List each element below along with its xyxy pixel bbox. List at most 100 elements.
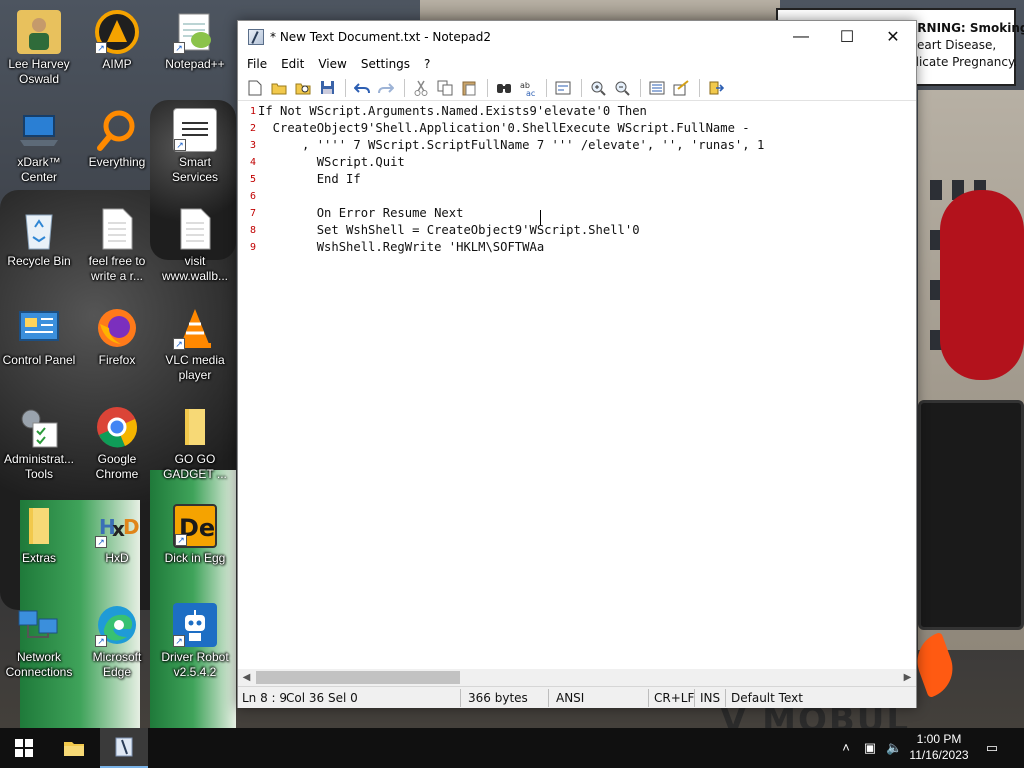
magnifier-icon [95,108,139,152]
line-text: WshShell.RegWrite 'HKLM\SOFTWAa [258,240,545,254]
close-button[interactable]: ✕ [870,21,916,53]
svg-text:D: D [123,515,139,539]
horizontal-scrollbar[interactable]: ◀ ▶ [238,669,916,686]
network-icon [17,603,61,647]
windows-logo-icon [15,739,33,757]
desktop-icon-lee-harvey-oswald[interactable]: Lee Harvey Oswald [0,10,78,87]
desktop-icon-aimp[interactable]: ↗ AIMP [78,10,156,72]
code-line: 6 [238,188,916,205]
code-line: 4 WScript.Quit [238,154,916,171]
start-button[interactable] [0,728,48,768]
menu-help[interactable]: ? [417,57,437,71]
desktop-icon-firefox[interactable]: Firefox [78,306,156,368]
hxd-icon: HxD ↗ [95,504,139,548]
scrollbar-thumb[interactable] [256,671,460,684]
desktop-icon-vlc[interactable]: ↗ VLC media player [156,306,234,383]
zoom-in-icon[interactable] [587,77,609,99]
status-style[interactable]: Default Text [727,687,803,709]
desktop-icon-driver-robot[interactable]: ↗ Driver Robot v2.5.4.2 [156,603,234,680]
code-line: 3 , '''' 7 WScript.ScriptFullName 7 ''' … [238,137,916,154]
status-line[interactable]: Ln 8 : 9 [238,687,287,709]
system-clock[interactable]: 1:00 PM 11/16/2023 [905,731,973,763]
exit-icon[interactable] [705,77,727,99]
scroll-left-icon[interactable]: ◀ [238,669,255,686]
text-file-icon [95,207,139,251]
desktop-icon-notepadpp[interactable]: ↗ Notepad++ [156,10,234,72]
desktop-icon-go-go-gadget[interactable]: GO GO GADGET ... [156,405,234,482]
desktop-icon-feel-free[interactable]: feel free to write a r... [78,207,156,284]
admin-tools-icon [17,405,61,449]
menu-view[interactable]: View [311,57,353,71]
title-bar[interactable]: * New Text Document.txt - Notepad2 — ☐ ✕ [238,21,916,53]
notepad2-window[interactable]: * New Text Document.txt - Notepad2 — ☐ ✕… [237,20,917,708]
zoom-out-icon[interactable] [611,77,633,99]
open-icon[interactable] [268,77,290,99]
minimize-button[interactable]: — [778,21,824,53]
line-number: 7 [249,208,256,219]
find-icon[interactable] [493,77,515,99]
desktop-icon-visit-wallb[interactable]: visit www.wallb... [156,207,234,284]
code-line: 7 On Error Resume Next [238,205,916,222]
status-selection: Sel 0 [328,691,358,705]
line-text: CreateObject9'Shell.Application'0.ShellE… [258,121,750,135]
vlc-icon: ↗ [173,306,217,350]
desktop-icon-admin-tools[interactable]: Administrat... Tools [0,405,78,482]
redo-icon[interactable] [375,77,397,99]
status-eol[interactable]: CR+LF [650,687,694,709]
status-mode[interactable]: INS [696,687,720,709]
save-icon[interactable] [316,77,338,99]
menu-settings[interactable]: Settings [354,57,417,71]
chrome-icon [95,405,139,449]
clock-date: 11/16/2023 [909,748,969,762]
line-number: 2 [249,123,256,134]
line-text: On Error Resume Next [258,206,464,220]
desktop-icon-control-panel[interactable]: Control Panel [0,306,78,368]
notepadpp-icon: ↗ [173,10,217,54]
de-icon: De ↗ [173,504,217,548]
code-line: 5 End If [238,171,916,188]
scheme-icon[interactable] [646,77,668,99]
wordwrap-icon[interactable] [552,77,574,99]
text-file-icon [173,207,217,251]
code-line: 8 Set WshShell = CreateObject9'WScript.S… [238,222,916,239]
desktop-icon-recycle-bin[interactable]: Recycle Bin [0,207,78,269]
desktop-icon-dick-in-egg[interactable]: De ↗ Dick in Egg [156,504,234,566]
copy-icon[interactable] [434,77,456,99]
network-status-icon[interactable]: ▣ [862,740,878,756]
cut-icon[interactable] [410,77,432,99]
desktop-icon-smart-services[interactable]: ↗ Smart Services [156,108,234,185]
desktop-icon-edge[interactable]: ↗ Microsoft Edge [78,603,156,680]
undo-icon[interactable] [351,77,373,99]
desktop-icon-extras[interactable]: Extras [0,504,78,566]
aimp-icon: ↗ [95,10,139,54]
notepad-icon [115,737,133,757]
show-hidden-icons-icon[interactable]: ˄ [838,740,854,756]
status-encoding[interactable]: ANSI [552,687,584,709]
menu-edit[interactable]: Edit [274,57,311,71]
line-number: 8 [249,225,256,236]
line-text: Set WshShell = CreateObject9'WScript.She… [258,223,640,237]
scroll-right-icon[interactable]: ▶ [899,669,916,686]
line-text: WScript.Quit [258,155,405,169]
line-number: 1 [249,106,256,117]
replace-icon[interactable]: ab ac [517,77,539,99]
browse-icon[interactable] [292,77,314,99]
desktop-icon-xdark-center[interactable]: xDark™ Center [0,108,78,185]
file-explorer-button[interactable] [50,728,98,768]
desktop-icon-chrome[interactable]: Google Chrome [78,405,156,482]
notepad2-taskbar-button[interactable] [100,728,148,768]
volume-muted-icon[interactable]: 🔈 [886,740,902,756]
paste-icon[interactable] [458,77,480,99]
desktop-icon-hxd[interactable]: HxD ↗ HxD [78,504,156,566]
code-line: 9 WshShell.RegWrite 'HKLM\SOFTWAa [238,239,916,256]
folder-icon [17,504,61,548]
menu-file[interactable]: File [240,57,274,71]
new-icon[interactable] [244,77,266,99]
firefox-icon [95,306,139,350]
desktop-icon-everything[interactable]: Everything [78,108,156,170]
notification-center-icon[interactable]: ▭ [982,740,1002,756]
desktop-icon-network-connections[interactable]: Network Connections [0,603,78,680]
customize-icon[interactable] [670,77,692,99]
text-editor[interactable]: 1 If Not WScript.Arguments.Named.Exists9'… [238,101,916,669]
maximize-button[interactable]: ☐ [824,21,870,53]
